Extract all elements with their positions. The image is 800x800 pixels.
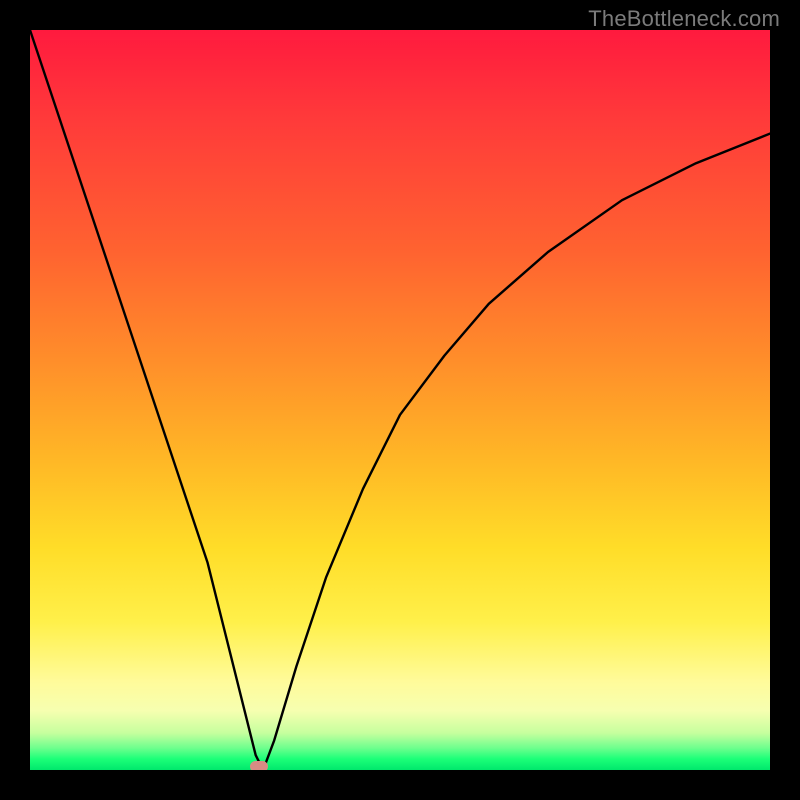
watermark-text: TheBottleneck.com — [588, 6, 780, 32]
optimum-marker — [250, 761, 268, 770]
plot-area — [30, 30, 770, 770]
bottleneck-curve — [30, 30, 770, 770]
chart-frame: TheBottleneck.com — [0, 0, 800, 800]
